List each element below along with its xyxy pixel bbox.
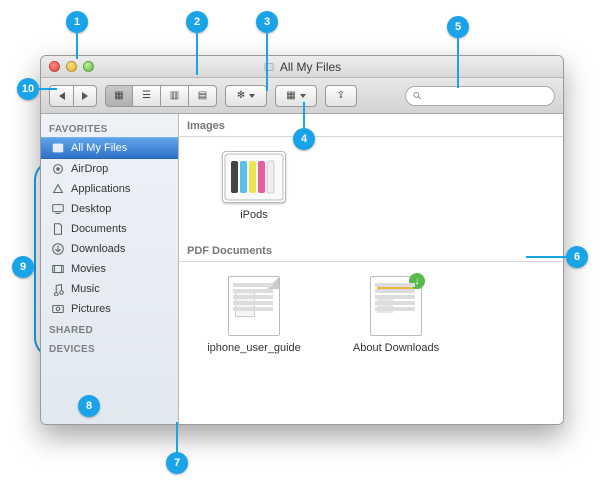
image-thumbnail — [222, 151, 286, 203]
sidebar-item-pictures[interactable]: Pictures — [41, 299, 178, 319]
sidebar-item-label: Movies — [71, 263, 106, 275]
file-label: About Downloads — [353, 342, 439, 354]
sidebar-item-label: All My Files — [71, 142, 127, 154]
movies-icon — [51, 262, 65, 276]
sidebar: FAVORITES All My Files AirDrop Applicati… — [41, 114, 179, 424]
callout-10: 10 — [17, 78, 39, 100]
callout-6: 6 — [566, 246, 588, 268]
callout-8: 8 — [78, 395, 100, 417]
view-mode-segment: ▦ ☰ ▥ ▤ — [105, 85, 217, 107]
sidebar-item-label: Downloads — [71, 243, 125, 255]
chevron-down-icon — [249, 94, 255, 98]
forward-button[interactable] — [73, 85, 97, 107]
share-button[interactable]: ⇪ — [325, 85, 357, 107]
sidebar-item-all-my-files[interactable]: All My Files — [41, 137, 178, 159]
file-item[interactable]: ↓ About Downloads — [341, 276, 451, 354]
sidebar-heading-shared: SHARED — [41, 319, 178, 338]
titlebar: All My Files — [41, 56, 563, 78]
columns-icon: ▥ — [170, 91, 179, 101]
pdf-thumbnail: ↓ — [370, 276, 422, 336]
view-icon-button[interactable]: ▦ — [105, 85, 133, 107]
airdrop-icon — [51, 162, 65, 176]
section-heading-images: Images — [179, 114, 563, 137]
applications-icon — [51, 182, 65, 196]
sidebar-item-label: Applications — [71, 183, 130, 195]
sidebar-item-label: Desktop — [71, 203, 111, 215]
sidebar-item-applications[interactable]: Applications — [41, 179, 178, 199]
all-my-files-icon — [263, 61, 275, 73]
chevron-left-icon — [59, 92, 65, 100]
sidebar-item-downloads[interactable]: Downloads — [41, 239, 178, 259]
download-badge-icon: ↓ — [409, 273, 425, 289]
callout-2: 2 — [186, 11, 208, 33]
callout-7: 7 — [166, 452, 188, 474]
list-icon: ☰ — [142, 91, 151, 101]
search-field[interactable] — [405, 86, 555, 106]
gear-icon: ✻ — [237, 91, 245, 101]
sidebar-heading-favorites: FAVORITES — [41, 118, 178, 137]
callout-9: 9 — [12, 256, 34, 278]
arrange-icon: ▦ — [286, 91, 295, 101]
downloads-icon — [51, 242, 65, 256]
window-controls — [41, 61, 94, 72]
chevron-right-icon — [82, 92, 88, 100]
search-input[interactable] — [426, 90, 548, 102]
sidebar-item-movies[interactable]: Movies — [41, 259, 178, 279]
close-button[interactable] — [49, 61, 60, 72]
sidebar-item-label: AirDrop — [71, 163, 108, 175]
zoom-button[interactable] — [83, 61, 94, 72]
file-item[interactable]: iphone_user_guide — [199, 276, 309, 354]
callout-1: 1 — [66, 11, 88, 33]
file-item[interactable]: iPods — [199, 151, 309, 221]
sidebar-item-desktop[interactable]: Desktop — [41, 199, 178, 219]
section-heading-pdf: PDF Documents — [179, 239, 563, 262]
file-label: iPods — [240, 209, 268, 221]
chevron-down-icon — [300, 94, 306, 98]
search-icon — [412, 90, 422, 101]
music-icon — [51, 282, 65, 296]
desktop-icon — [51, 202, 65, 216]
finder-window: All My Files ▦ ☰ ▥ ▤ ✻ ▦ ⇪ FAVORITE — [40, 55, 564, 425]
sidebar-item-documents[interactable]: Documents — [41, 219, 178, 239]
sidebar-heading-devices: DEVICES — [41, 338, 178, 357]
pictures-icon — [51, 302, 65, 316]
view-list-button[interactable]: ☰ — [133, 85, 161, 107]
grid-icon: ▦ — [114, 91, 123, 101]
share-icon: ⇪ — [337, 91, 345, 101]
file-label: iphone_user_guide — [207, 342, 301, 354]
callout-5: 5 — [447, 16, 469, 38]
sidebar-item-airdrop[interactable]: AirDrop — [41, 159, 178, 179]
arrange-menu-button[interactable]: ▦ — [275, 85, 317, 107]
action-menu-button[interactable]: ✻ — [225, 85, 267, 107]
window-title: All My Files — [280, 60, 341, 74]
view-column-button[interactable]: ▥ — [161, 85, 189, 107]
sidebar-item-label: Pictures — [71, 303, 111, 315]
sidebar-item-music[interactable]: Music — [41, 279, 178, 299]
documents-icon — [51, 222, 65, 236]
pdf-thumbnail — [228, 276, 280, 336]
view-coverflow-button[interactable]: ▤ — [189, 85, 217, 107]
sidebar-item-label: Documents — [71, 223, 127, 235]
minimize-button[interactable] — [66, 61, 77, 72]
content-area: Images iPods — [179, 114, 563, 424]
sidebar-item-label: Music — [71, 283, 100, 295]
coverflow-icon: ▤ — [198, 91, 207, 101]
all-my-files-icon — [51, 141, 65, 155]
toolbar: ▦ ☰ ▥ ▤ ✻ ▦ ⇪ — [41, 78, 563, 114]
callout-4: 4 — [293, 128, 315, 150]
callout-3: 3 — [256, 11, 278, 33]
